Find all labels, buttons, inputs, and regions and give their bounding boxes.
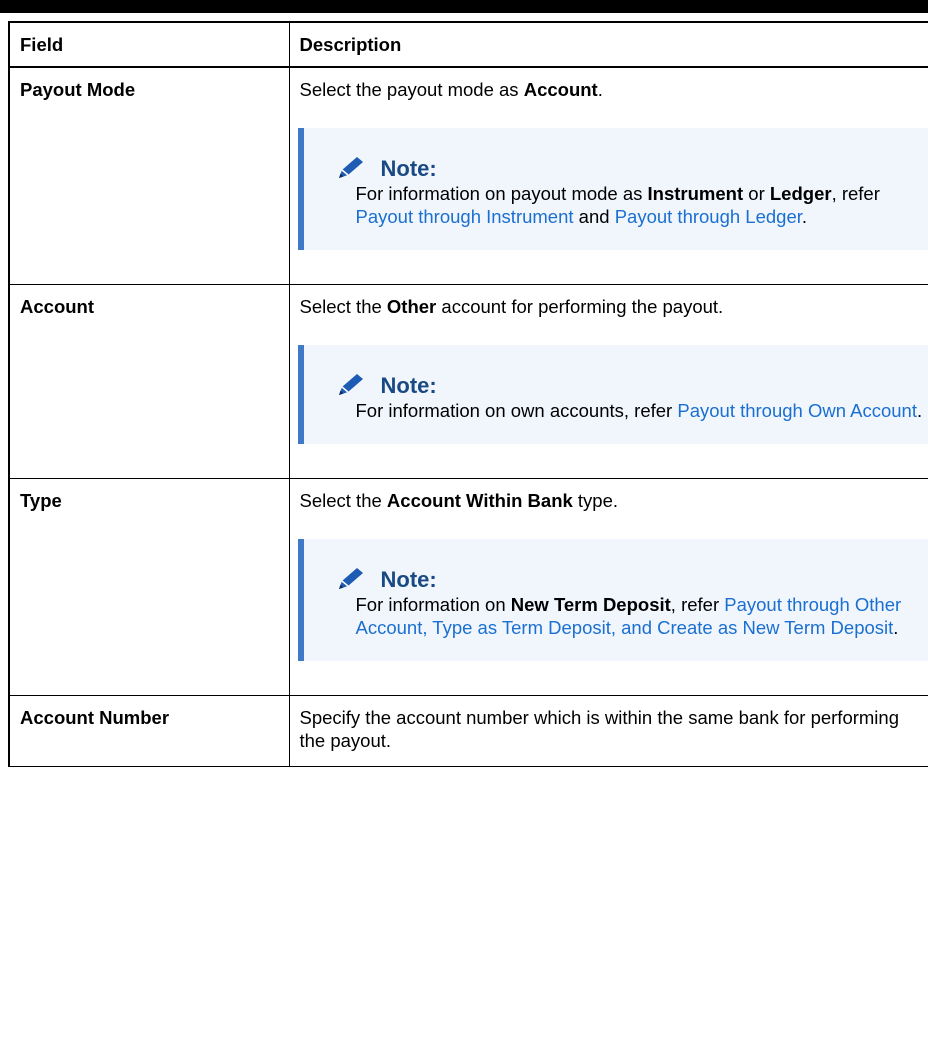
description-text-post: account for performing the payout. xyxy=(436,296,724,317)
link-payout-through-own-account[interactable]: Payout through Own Account xyxy=(677,400,917,421)
field-description: Select the payout mode as Account. Note:… xyxy=(288,66,928,285)
link-payout-through-ledger[interactable]: Payout through Ledger xyxy=(615,206,802,227)
table-header-row: Field Description xyxy=(8,21,928,68)
note-text: and xyxy=(573,206,615,227)
column-header-field: Field xyxy=(8,21,290,68)
description-text: Select the Account Within Bank type. xyxy=(300,489,925,512)
table-row: Type Select the Account Within Bank type… xyxy=(8,478,928,696)
note-title: Note: xyxy=(380,372,437,398)
table-row: Account Number Specify the account numbe… xyxy=(8,695,928,767)
field-name: Type xyxy=(8,478,290,696)
pencil-icon xyxy=(335,154,367,182)
description-text-pre: Select the xyxy=(299,490,387,511)
description-text-bold: Account Within Bank xyxy=(386,490,573,511)
note-body: For information on own accounts, refer P… xyxy=(356,399,928,422)
note-text: or xyxy=(743,183,770,204)
field-description: Select the Account Within Bank type. Not… xyxy=(288,478,928,696)
note-box: Note: For information on New Term Deposi… xyxy=(297,539,928,661)
note-body: For information on payout mode as Instru… xyxy=(356,182,928,228)
description-text-bold: Other xyxy=(386,296,437,317)
description-text: Specify the account number which is with… xyxy=(300,706,925,752)
field-name: Payout Mode xyxy=(8,66,290,285)
note-text: , refer xyxy=(670,594,725,615)
description-text-pre: Select the xyxy=(299,296,387,317)
note-body: For information on New Term Deposit, ref… xyxy=(356,593,928,639)
note-title: Note: xyxy=(380,566,437,592)
column-header-description: Description xyxy=(288,21,928,68)
note-text: For information on xyxy=(355,594,511,615)
note-text: . xyxy=(893,617,899,638)
description-text-pre: Specify the account number which is with… xyxy=(299,707,900,751)
note-bold-text: Ledger xyxy=(769,183,832,204)
note-box: Note: For information on own accounts, r… xyxy=(297,345,928,444)
field-description: Specify the account number which is with… xyxy=(288,695,928,767)
note-header: Note: xyxy=(335,371,928,399)
field-name: Account xyxy=(8,284,290,479)
note-header: Note: xyxy=(335,565,928,593)
field-name: Account Number xyxy=(8,695,290,767)
description-text-bold: Account xyxy=(523,79,598,100)
table-row: Payout Mode Select the payout mode as Ac… xyxy=(8,66,928,285)
note-text: . xyxy=(801,206,808,227)
note-text: , refer xyxy=(831,183,880,204)
description-text: Select the Other account for performing … xyxy=(300,295,925,318)
note-title: Note: xyxy=(380,155,437,181)
table-row: Account Select the Other account for per… xyxy=(8,284,928,479)
description-text-pre: Select the payout mode as xyxy=(299,79,524,100)
note-bold-text: New Term Deposit xyxy=(510,594,671,615)
field-description-table: Field Description Payout Mode Select the… xyxy=(8,21,928,767)
description-text: Select the payout mode as Account. xyxy=(300,78,925,101)
note-text: For information on payout mode as xyxy=(355,183,648,204)
note-bold-text: Instrument xyxy=(647,183,744,204)
link-payout-through-instrument[interactable]: Payout through Instrument xyxy=(356,206,574,227)
note-text: For information on own accounts, refer xyxy=(355,400,678,421)
pencil-icon xyxy=(335,371,367,399)
note-text: . xyxy=(916,400,923,421)
top-rule xyxy=(0,0,928,13)
note-box: Note: For information on payout mode as … xyxy=(297,128,928,250)
description-text-post: . xyxy=(597,79,603,100)
pencil-icon xyxy=(335,565,367,593)
description-text-post: type. xyxy=(572,490,619,511)
field-description: Select the Other account for performing … xyxy=(288,284,928,479)
note-header: Note: xyxy=(335,154,928,182)
